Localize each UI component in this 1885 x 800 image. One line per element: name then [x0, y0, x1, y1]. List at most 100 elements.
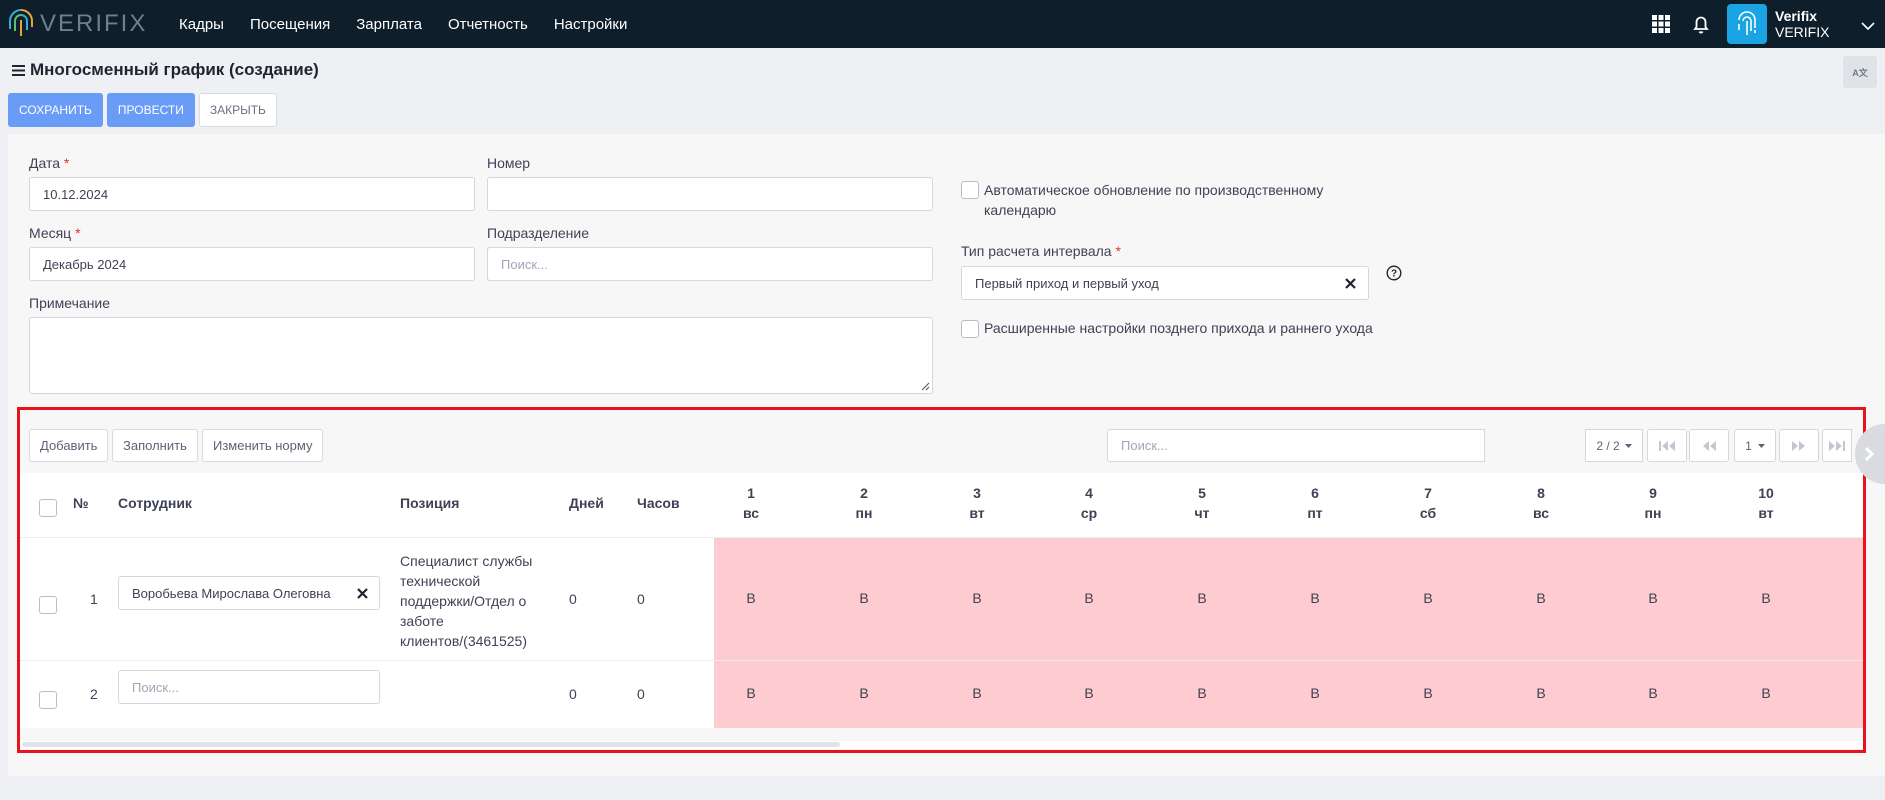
day-number: 4 [1085, 485, 1093, 501]
schedule-day-cell[interactable]: В [824, 590, 904, 606]
days-value: 0 [569, 686, 577, 702]
employee-select[interactable]: Воробьева Мирослава Олеговна [118, 576, 380, 610]
interval-type-select[interactable]: Первый приход и первый уход [961, 266, 1369, 300]
select-all-checkbox[interactable] [39, 499, 57, 517]
auto-update-checkbox[interactable] [961, 181, 979, 199]
day-number: 8 [1537, 485, 1545, 501]
last-page-button[interactable] [1822, 429, 1852, 462]
action-toolbar: СОХРАНИТЬ ПРОВЕСТИ ЗАКРЫТЬ [8, 93, 277, 127]
employee-name: Воробьева Мирослава Олеговна [132, 585, 331, 601]
add-button[interactable]: Добавить [29, 429, 109, 462]
schedule-day-cell[interactable]: В [711, 590, 791, 606]
month-field[interactable]: Декабрь 2024 [29, 247, 475, 281]
help-icon[interactable]: ? [1386, 265, 1402, 281]
note-textarea[interactable] [29, 317, 933, 394]
nav-item-reports[interactable]: Отчетность [435, 16, 541, 33]
nav-item-hr[interactable]: Кадры [166, 16, 237, 33]
column-header-day: 2 пн [824, 483, 904, 523]
hamburger-menu-icon[interactable] [12, 64, 25, 76]
division-search-input[interactable]: Поиск... [487, 247, 933, 281]
logo[interactable]: VERIFIX [6, 7, 156, 41]
number-label: Номер [487, 155, 531, 171]
nav-item-attendance[interactable]: Посещения [237, 16, 343, 33]
translate-icon: A文 [1852, 67, 1868, 78]
previous-page-button[interactable] [1689, 429, 1729, 462]
first-page-button[interactable] [1647, 429, 1687, 462]
date-field[interactable]: 10.12.2024 [29, 177, 475, 211]
clear-icon[interactable] [1345, 278, 1356, 289]
interval-type-value: Первый приход и первый уход [975, 275, 1159, 291]
post-button[interactable]: ПРОВЕСТИ [106, 93, 195, 127]
schedule-day-cell[interactable]: В [1049, 590, 1129, 606]
number-field[interactable] [487, 177, 933, 211]
table-header: № Сотрудник Позиция Дней Часов 1 вс 2 пн 3 вт… [20, 473, 1863, 537]
user-menu[interactable]: Verifix VERIFIX [1775, 8, 1885, 40]
month-label: Месяц * [29, 225, 81, 241]
table-search-input[interactable]: Поиск... [1107, 429, 1485, 462]
main-nav: Кадры Посещения Зарплата Отчетность Наст… [166, 16, 640, 33]
next-page-button[interactable] [1779, 429, 1819, 462]
row-checkbox[interactable] [39, 691, 57, 709]
day-number: 7 [1424, 485, 1432, 501]
translate-button[interactable]: A文 [1843, 56, 1877, 88]
employee-search-input[interactable]: Поиск... [118, 670, 380, 704]
table-row: 2 Поиск... 0 0 В В В В В В В В В В [20, 660, 1863, 728]
schedule-day-cell[interactable]: В [1388, 685, 1468, 701]
schedule-day-cell[interactable]: В [1275, 590, 1355, 606]
weekday-label: пт [1307, 505, 1323, 521]
schedule-day-cell[interactable]: В [1613, 685, 1693, 701]
hours-value: 0 [637, 591, 645, 607]
column-header-days: Дней [569, 495, 604, 511]
schedule-day-cell[interactable]: В [1162, 685, 1242, 701]
schedule-day-cell[interactable]: В [1726, 685, 1806, 701]
weekday-label: пн [1644, 505, 1662, 521]
resize-handle-icon[interactable] [920, 381, 930, 391]
fingerprint-logo-icon [9, 9, 33, 36]
day-number: 9 [1649, 485, 1657, 501]
page-size-dropdown[interactable]: 1 [1734, 429, 1776, 462]
column-header-employee: Сотрудник [118, 495, 192, 511]
schedule-day-cell[interactable]: В [1275, 685, 1355, 701]
schedule-day-cell[interactable]: В [1388, 590, 1468, 606]
column-header-day: 8 вс [1501, 483, 1581, 523]
weekday-label: вс [742, 505, 760, 521]
caret-down-icon [1757, 443, 1765, 448]
schedule-day-cell[interactable]: В [1501, 590, 1581, 606]
schedule-day-cell[interactable]: В [711, 685, 791, 701]
schedule-day-cell[interactable]: В [1162, 590, 1242, 606]
weekday-label: ср [1080, 505, 1098, 521]
column-header-day: 4 ср [1049, 483, 1129, 523]
save-button[interactable]: СОХРАНИТЬ [8, 93, 103, 127]
fingerprint-button[interactable] [1727, 4, 1767, 44]
clear-icon[interactable] [357, 588, 368, 599]
row-checkbox[interactable] [39, 596, 57, 614]
nav-item-salary[interactable]: Зарплата [343, 16, 435, 33]
schedule-day-cell[interactable]: В [1049, 685, 1129, 701]
hours-value: 0 [637, 686, 645, 702]
nav-item-settings[interactable]: Настройки [541, 16, 641, 33]
schedule-day-cell[interactable]: В [1726, 590, 1806, 606]
page-title: Многосменный график (создание) [30, 60, 319, 79]
close-button[interactable]: ЗАКРЫТЬ [198, 93, 277, 127]
first-page-icon [1659, 440, 1675, 451]
caret-down-icon [1624, 443, 1632, 448]
bell-icon[interactable] [1681, 0, 1721, 48]
change-norm-button[interactable]: Изменить норму [202, 429, 324, 462]
schedule-day-cell[interactable]: В [937, 590, 1017, 606]
apps-grid-icon[interactable] [1641, 0, 1681, 48]
previous-page-icon [1703, 440, 1716, 451]
column-header-position: Позиция [400, 495, 460, 511]
day-number: 6 [1311, 485, 1319, 501]
days-value: 0 [569, 591, 577, 607]
fill-button[interactable]: Заполнить [112, 429, 198, 462]
table-row: 1 Воробьева Мирослава Олеговна Специалис… [20, 537, 1863, 660]
schedule-day-cell[interactable]: В [1613, 590, 1693, 606]
weekday-label: чт [1194, 505, 1210, 521]
schedule-day-cell[interactable]: В [1501, 685, 1581, 701]
advanced-settings-checkbox[interactable] [961, 320, 979, 338]
schedule-day-cell[interactable]: В [824, 685, 904, 701]
last-page-icon [1829, 440, 1845, 451]
page-count-dropdown[interactable]: 2 / 2 [1585, 429, 1643, 462]
horizontal-scrollbar-thumb[interactable] [22, 742, 840, 747]
schedule-day-cell[interactable]: В [937, 685, 1017, 701]
